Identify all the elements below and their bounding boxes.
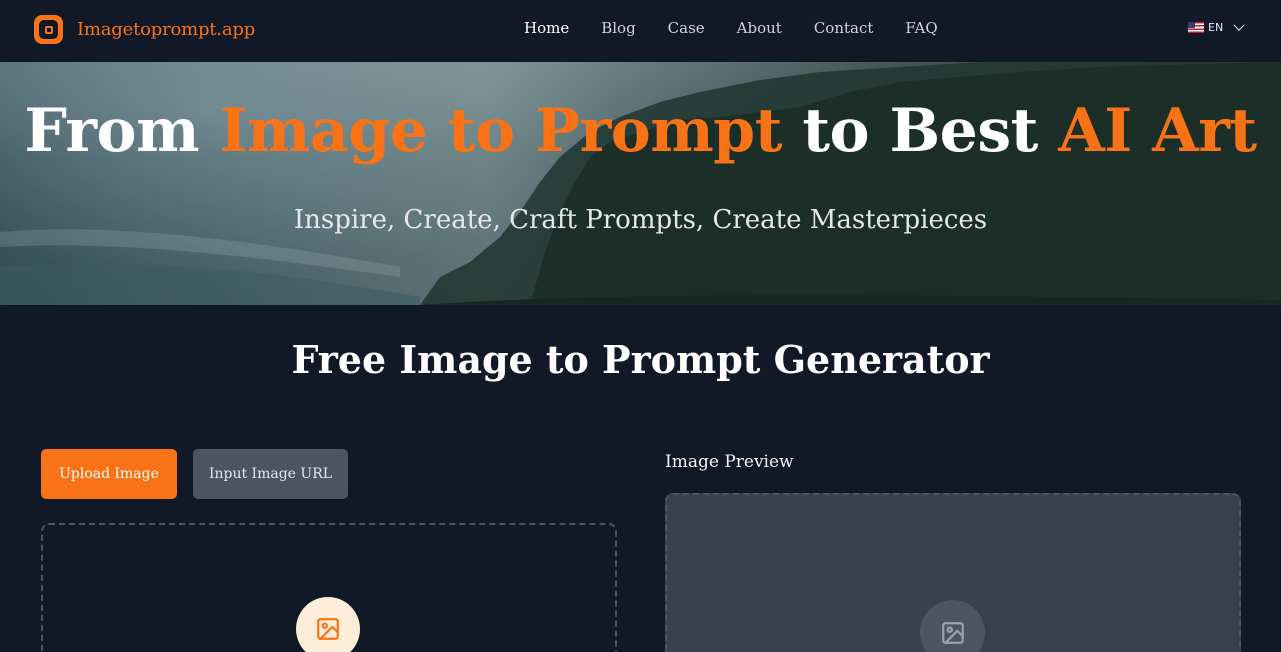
hero-title: From Image to Prompt to Best AI Art <box>0 96 1281 166</box>
chevron-down-icon <box>1233 19 1245 31</box>
nav-contact[interactable]: Contact <box>814 19 874 37</box>
image-icon <box>941 621 964 644</box>
language-code: EN <box>1208 21 1224 34</box>
nav-case[interactable]: Case <box>668 19 705 37</box>
app-logo-icon <box>34 15 63 44</box>
hero-title-part: From <box>24 96 220 166</box>
image-icon <box>317 618 339 640</box>
hero-banner: From Image to Prompt to Best AI Art Insp… <box>0 62 1281 305</box>
hero-title-part: to Best <box>781 96 1059 166</box>
input-image-url-button[interactable]: Input Image URL <box>193 449 348 499</box>
logo-text: Imagetoprompt.app <box>77 19 256 40</box>
main-nav: Home Blog Case About Contact FAQ <box>524 19 970 37</box>
language-selector[interactable]: EN <box>1188 19 1245 34</box>
nav-faq[interactable]: FAQ <box>905 19 937 37</box>
hero-subtitle: Inspire, Create, Craft Prompts, Create M… <box>293 205 988 235</box>
hero-title-highlight: Image to Prompt <box>219 96 782 166</box>
hero-title-highlight: AI Art <box>1058 96 1257 166</box>
nav-home[interactable]: Home <box>524 19 569 37</box>
nav-blog[interactable]: Blog <box>601 19 635 37</box>
upload-image-button[interactable]: Upload Image <box>41 449 177 499</box>
site-header: Imagetoprompt.app Home Blog Case About C… <box>0 0 1281 62</box>
upload-icon-circle <box>296 597 360 652</box>
logo-link[interactable]: Imagetoprompt.app <box>34 15 255 44</box>
us-flag-icon <box>1188 22 1204 33</box>
generator-title: Free Image to Prompt Generator <box>291 337 990 382</box>
image-preview-label: Image Preview <box>665 452 794 472</box>
nav-about[interactable]: About <box>737 19 782 37</box>
